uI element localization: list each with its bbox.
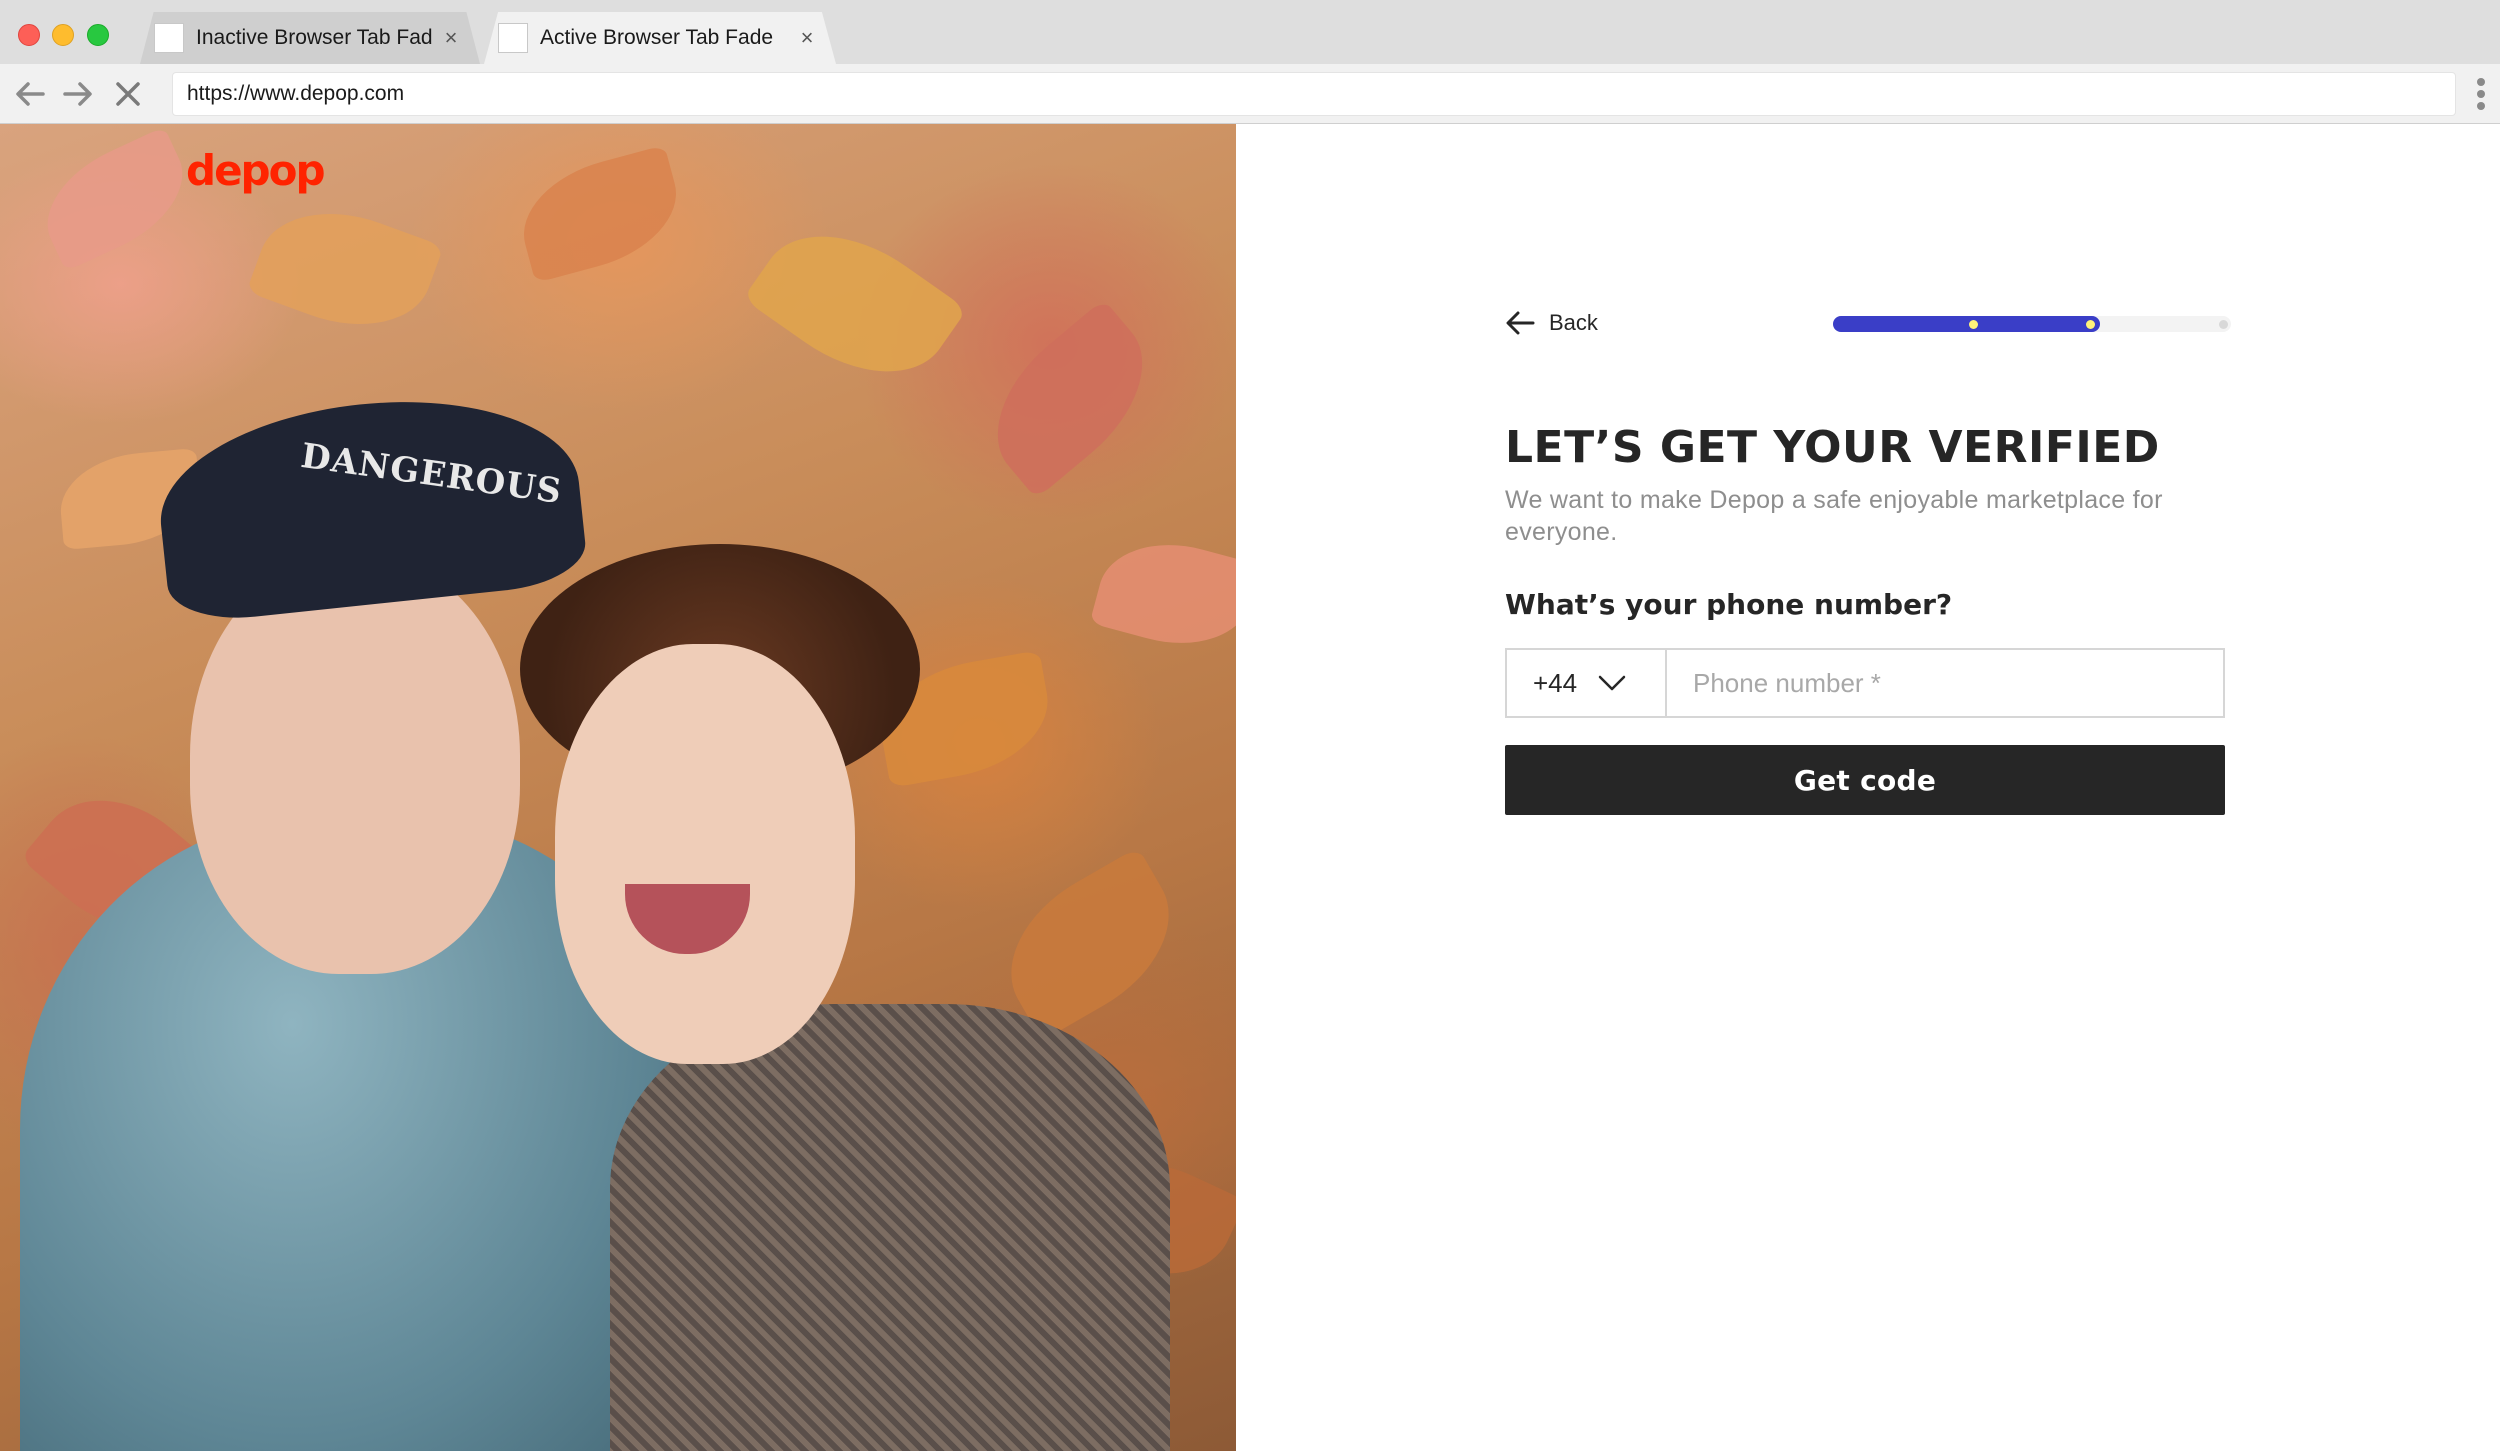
page-title: LET’S GET YOUR VERIFIED (1505, 422, 2160, 473)
tab-inactive[interactable]: Inactive Browser Tab Fad × (140, 12, 480, 64)
signup-page: DANGEROUS depop Back LET’S GET YOUR VERI… (0, 124, 2500, 1451)
person-right (0, 124, 1236, 1451)
country-code-value: +44 (1533, 667, 1578, 698)
phone-input-row: +44 (1505, 648, 2225, 718)
get-code-button[interactable]: Get code (1505, 745, 2225, 815)
browser-menu-icon[interactable] (2474, 76, 2488, 112)
tab-close-icon[interactable]: × (796, 25, 818, 51)
phone-question-label: What’s your phone number? (1505, 588, 1953, 621)
tab-title: Active Browser Tab Fade (540, 26, 774, 49)
hero-photo: DANGEROUS (0, 124, 1236, 1451)
chevron-down-icon (1598, 675, 1626, 691)
minimize-window-button[interactable] (52, 24, 74, 46)
favicon-icon (154, 23, 184, 53)
progress-step-dot (2219, 320, 2228, 329)
page-subtitle: We want to make Depop a safe enjoyable m… (1505, 486, 2163, 546)
forward-arrow-icon[interactable] (60, 76, 96, 112)
browser-toolbar: https://www.depop.com (0, 64, 2500, 124)
stop-loading-icon[interactable] (110, 76, 146, 112)
back-label: Back (1549, 310, 1598, 335)
progress-step-dot (1968, 320, 1978, 329)
progress-fill (1833, 316, 2100, 332)
browser-chrome: Inactive Browser Tab Fad × Active Browse… (0, 0, 2500, 124)
progress-bar (1833, 316, 2231, 332)
phone-number-input[interactable] (1665, 648, 2225, 718)
depop-logo[interactable]: depop (186, 146, 326, 195)
tab-active[interactable]: Active Browser Tab Fade × (484, 12, 836, 64)
back-button[interactable]: Back (1505, 310, 1598, 336)
tab-strip: Inactive Browser Tab Fad × Active Browse… (0, 0, 2500, 64)
tab-close-icon[interactable]: × (440, 25, 462, 51)
progress-step-dot (2085, 320, 2095, 329)
url-text: https://www.depop.com (187, 82, 405, 105)
back-arrow-icon (1506, 311, 1535, 335)
maximize-window-button[interactable] (87, 24, 109, 46)
country-code-select[interactable]: +44 (1505, 648, 1665, 718)
tab-title: Inactive Browser Tab Fad (196, 26, 433, 49)
address-bar[interactable]: https://www.depop.com (172, 72, 2456, 116)
close-window-button[interactable] (18, 24, 40, 46)
favicon-icon (498, 23, 528, 53)
back-arrow-icon[interactable] (12, 76, 48, 112)
